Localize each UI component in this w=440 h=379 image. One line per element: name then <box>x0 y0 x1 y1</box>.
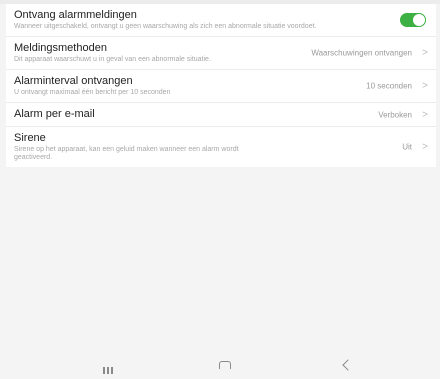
setting-alarm-interval[interactable]: Alarminterval ontvangen U ontvangt maxim… <box>6 70 436 103</box>
recent-apps-icon[interactable] <box>103 361 117 374</box>
setting-title: Ontvang alarmmeldingen <box>14 9 137 21</box>
setting-title: Sirene <box>14 132 46 144</box>
setting-description: Sirene op het apparaat, kan een geluid m… <box>14 146 239 161</box>
chevron-right-icon: > <box>422 47 428 59</box>
system-navigation-bar <box>0 356 440 374</box>
chevron-right-icon: > <box>422 80 428 92</box>
setting-title: Alarm per e-mail <box>14 108 95 120</box>
alarm-settings-list: Ontvang alarmmeldingen Wanneer uitgescha… <box>6 4 436 167</box>
chevron-right-icon: > <box>422 109 428 120</box>
setting-value: Uit <box>402 142 412 152</box>
setting-siren[interactable]: Sirene Sirene op het apparaat, kan een g… <box>6 127 436 167</box>
alarm-notifications-toggle[interactable] <box>400 13 426 27</box>
setting-description: U ontvangt maximaal één bericht per 10 s… <box>14 89 171 96</box>
setting-receive-alarm-notifications[interactable]: Ontvang alarmmeldingen Wanneer uitgescha… <box>6 4 436 37</box>
setting-value: Waarschuwingen ontvangen <box>311 48 412 58</box>
toggle-knob <box>413 14 425 26</box>
chevron-right-icon: > <box>422 141 428 153</box>
setting-description: Wanneer uitgeschakeld, ontvangt u geen w… <box>14 23 317 30</box>
setting-alarm-email[interactable]: Alarm per e-mail Verboken > <box>6 103 436 127</box>
back-icon[interactable] <box>342 359 354 371</box>
setting-description: Dit apparaat waarschuwt u in geval van e… <box>14 56 211 63</box>
setting-title: Meldingsmethoden <box>14 42 107 54</box>
setting-value: 10 seconden <box>366 81 412 91</box>
setting-value: Verboken <box>378 110 412 119</box>
setting-title: Alarminterval ontvangen <box>14 75 133 87</box>
setting-notification-methods[interactable]: Meldingsmethoden Dit apparaat waarschuwt… <box>6 37 436 70</box>
